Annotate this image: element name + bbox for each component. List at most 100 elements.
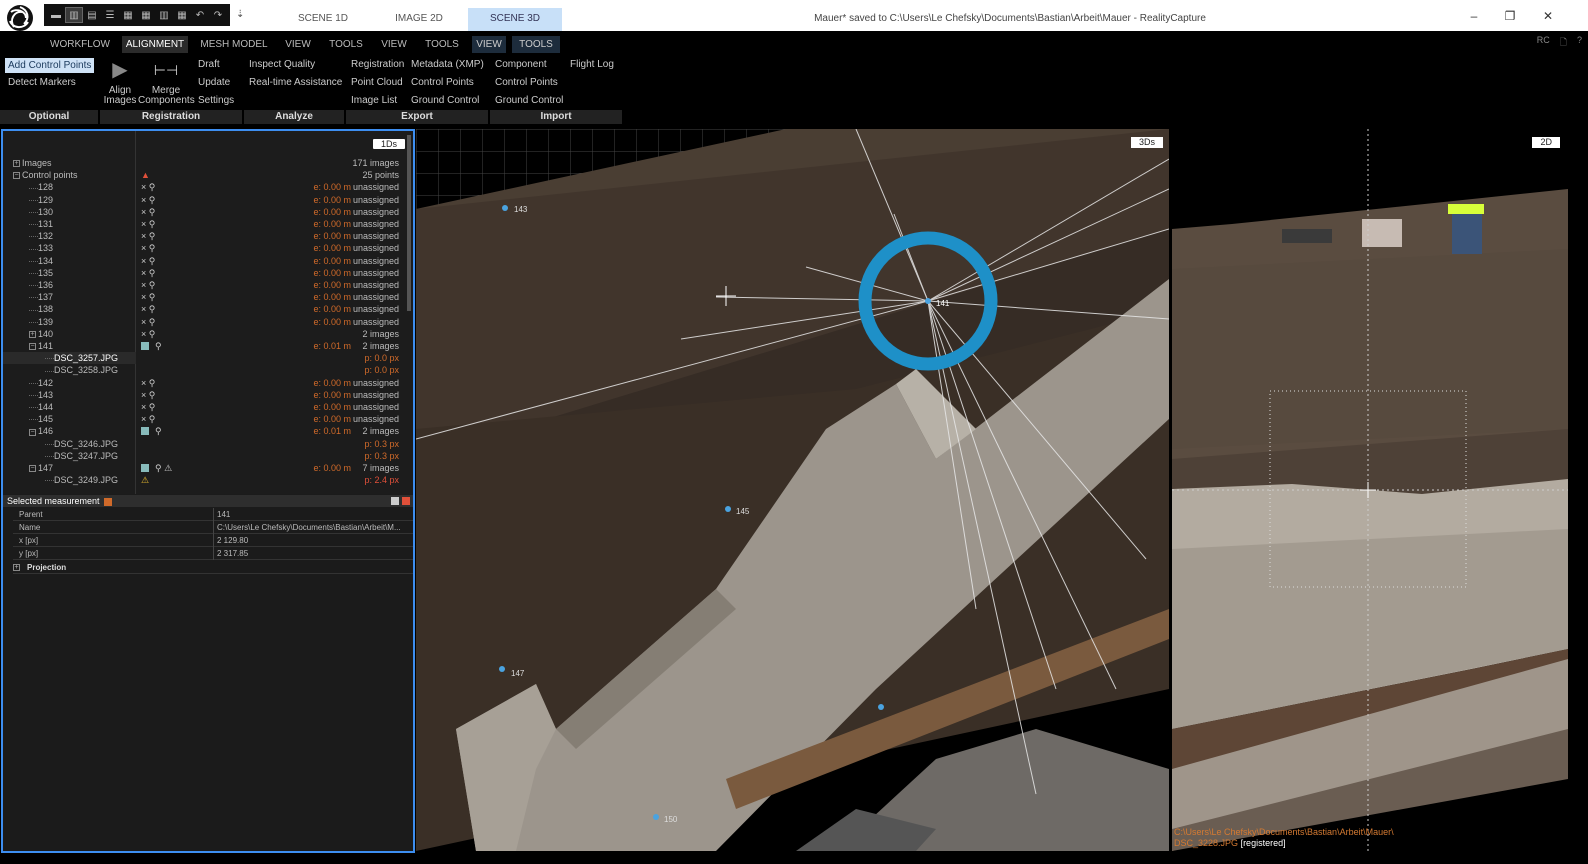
- status-icons[interactable]: ⚲: [155, 425, 175, 437]
- rc-icon[interactable]: RC: [1537, 35, 1550, 51]
- tree-item[interactable]: 129: [3, 194, 136, 206]
- tree-item[interactable]: 137: [3, 291, 136, 303]
- import-flight-log-button[interactable]: Flight Log: [570, 59, 614, 70]
- scene-3d-view[interactable]: 3Ds 143 141 145 147 150: [416, 129, 1169, 851]
- tree-item[interactable]: DSC_3247.JPG: [3, 450, 136, 462]
- minimize-button[interactable]: –: [1462, 9, 1486, 23]
- layout-7-icon[interactable]: ▥: [156, 8, 172, 22]
- merge-components-button[interactable]: ⊢⊣ Merge Components: [138, 60, 195, 106]
- export-control-points-button[interactable]: Control Points: [411, 77, 474, 88]
- settings-button[interactable]: Settings: [198, 95, 234, 106]
- tree-item[interactable]: DSC_3246.JPG: [3, 438, 136, 450]
- property-row[interactable]: Name C:\Users\Le Chefsky\Documents\Bastia…: [13, 521, 413, 534]
- tab-view-2[interactable]: VIEW: [376, 36, 412, 53]
- close-button[interactable]: ✕: [1536, 9, 1560, 23]
- realtime-assistance-button[interactable]: Real-time Assistance: [249, 77, 342, 88]
- tree-item[interactable]: 145: [3, 413, 136, 425]
- status-icons[interactable]: ⚲ ⚠: [155, 462, 175, 474]
- layout-2-icon[interactable]: ▥: [65, 7, 83, 23]
- layout-4-icon[interactable]: ☰: [102, 8, 118, 22]
- collapse-icon[interactable]: −: [13, 172, 20, 180]
- add-control-points-button[interactable]: Add Control Points: [5, 58, 95, 73]
- tree-item[interactable]: 131: [3, 218, 136, 230]
- restore-button[interactable]: ❐: [1498, 9, 1522, 23]
- tree-item[interactable]: 136: [3, 279, 136, 291]
- tree-item[interactable]: −147: [3, 462, 136, 474]
- import-control-points-button[interactable]: Control Points: [495, 77, 558, 88]
- help-icon[interactable]: ?: [1577, 35, 1582, 51]
- image-2d-view[interactable]: 2D C:\Users\Le Chefsky\Documents\Bastian…: [1172, 129, 1568, 851]
- property-row[interactable]: y [px] 2 317.85: [13, 547, 413, 560]
- tab-workflow[interactable]: WORKFLOW: [48, 36, 112, 53]
- status-icons[interactable]: × ⚲: [141, 401, 161, 413]
- property-row[interactable]: x [px] 2 129.80: [13, 534, 413, 547]
- layout-5-icon[interactable]: ▦: [120, 8, 136, 22]
- collapse-icon[interactable]: −: [29, 465, 36, 473]
- expand-icon[interactable]: +: [13, 160, 20, 168]
- tree-item[interactable]: 132: [3, 230, 136, 242]
- tree-item[interactable]: + Images: [3, 157, 136, 169]
- export-registration-button[interactable]: Registration: [351, 59, 404, 70]
- projection-row[interactable]: + Projection: [13, 561, 413, 574]
- tree-item[interactable]: DSC_3257.JPG: [3, 352, 136, 365]
- layout-6-icon[interactable]: ▦: [138, 8, 154, 22]
- layout-8-icon[interactable]: ▦: [174, 8, 190, 22]
- import-ground-control-button[interactable]: Ground Control: [495, 95, 563, 106]
- update-button[interactable]: Update: [198, 77, 230, 88]
- collapse-icon[interactable]: −: [29, 428, 36, 436]
- tree-item[interactable]: 133: [3, 242, 136, 254]
- tree-item[interactable]: DSC_3258.JPG: [3, 364, 136, 376]
- tree-item[interactable]: +140: [3, 328, 136, 340]
- tab-mesh-model[interactable]: MESH MODEL: [198, 36, 270, 53]
- status-icons[interactable]: × ⚲: [141, 218, 161, 230]
- view-badge-1ds[interactable]: 1Ds: [372, 139, 405, 149]
- layout-3-icon[interactable]: ▤: [84, 8, 100, 22]
- status-icons[interactable]: × ⚲: [141, 377, 161, 389]
- undo-icon[interactable]: ↶: [192, 8, 208, 22]
- status-icons[interactable]: × ⚲: [141, 291, 161, 303]
- inspect-quality-button[interactable]: Inspect Quality: [249, 59, 315, 70]
- tree-item[interactable]: 143: [3, 389, 136, 401]
- view-badge-3ds[interactable]: 3Ds: [1130, 137, 1163, 148]
- checkbox[interactable]: [141, 342, 149, 350]
- tab-scene-3d[interactable]: SCENE 3D: [468, 8, 562, 31]
- tree-item[interactable]: 142: [3, 377, 136, 389]
- tree-item[interactable]: 134: [3, 255, 136, 267]
- status-icons[interactable]: × ⚲: [141, 389, 161, 401]
- tab-view-1[interactable]: VIEW: [280, 36, 316, 53]
- tab-view-3[interactable]: VIEW: [472, 36, 506, 53]
- export-metadata-button[interactable]: Metadata (XMP): [411, 59, 484, 70]
- detect-markers-button[interactable]: Detect Markers: [8, 77, 76, 88]
- export-image-list-button[interactable]: Image List: [351, 95, 397, 106]
- checkbox[interactable]: [141, 464, 149, 472]
- tree-item[interactable]: 138: [3, 303, 136, 315]
- expand-icon[interactable]: +: [13, 564, 20, 571]
- float-icon[interactable]: [391, 497, 399, 505]
- tab-tools-2[interactable]: TOOLS: [420, 36, 464, 53]
- draft-button[interactable]: Draft: [198, 59, 220, 70]
- tree-item[interactable]: 130: [3, 206, 136, 218]
- redo-icon[interactable]: ↷: [210, 8, 226, 22]
- status-icons[interactable]: × ⚲: [141, 316, 161, 328]
- tree-item[interactable]: 128: [3, 181, 136, 193]
- status-icons[interactable]: × ⚲: [141, 328, 161, 340]
- tab-alignment[interactable]: ALIGNMENT: [122, 36, 188, 53]
- status-icons[interactable]: ⚲: [155, 340, 175, 352]
- status-icons[interactable]: × ⚲: [141, 242, 161, 254]
- align-images-button[interactable]: ▶ Align Images: [102, 60, 138, 106]
- status-icons[interactable]: × ⚲: [141, 303, 161, 315]
- tree-item[interactable]: DSC_3249.JPG: [3, 474, 136, 486]
- tab-tools-3[interactable]: TOOLS: [512, 36, 560, 53]
- status-icons[interactable]: × ⚲: [141, 255, 161, 267]
- status-icons[interactable]: × ⚲: [141, 194, 161, 206]
- status-icons[interactable]: × ⚲: [141, 206, 161, 218]
- tab-scene-1d[interactable]: SCENE 1D: [276, 8, 370, 31]
- tree-item[interactable]: −146: [3, 425, 136, 437]
- tree-scrollbar[interactable]: [407, 135, 411, 311]
- expand-icon[interactable]: +: [29, 330, 36, 338]
- pin-icon[interactable]: [104, 497, 113, 506]
- tree-item[interactable]: −141: [3, 340, 136, 352]
- import-component-button[interactable]: Component: [495, 59, 547, 70]
- status-icons[interactable]: × ⚲: [141, 230, 161, 242]
- status-icons[interactable]: × ⚲: [141, 279, 161, 291]
